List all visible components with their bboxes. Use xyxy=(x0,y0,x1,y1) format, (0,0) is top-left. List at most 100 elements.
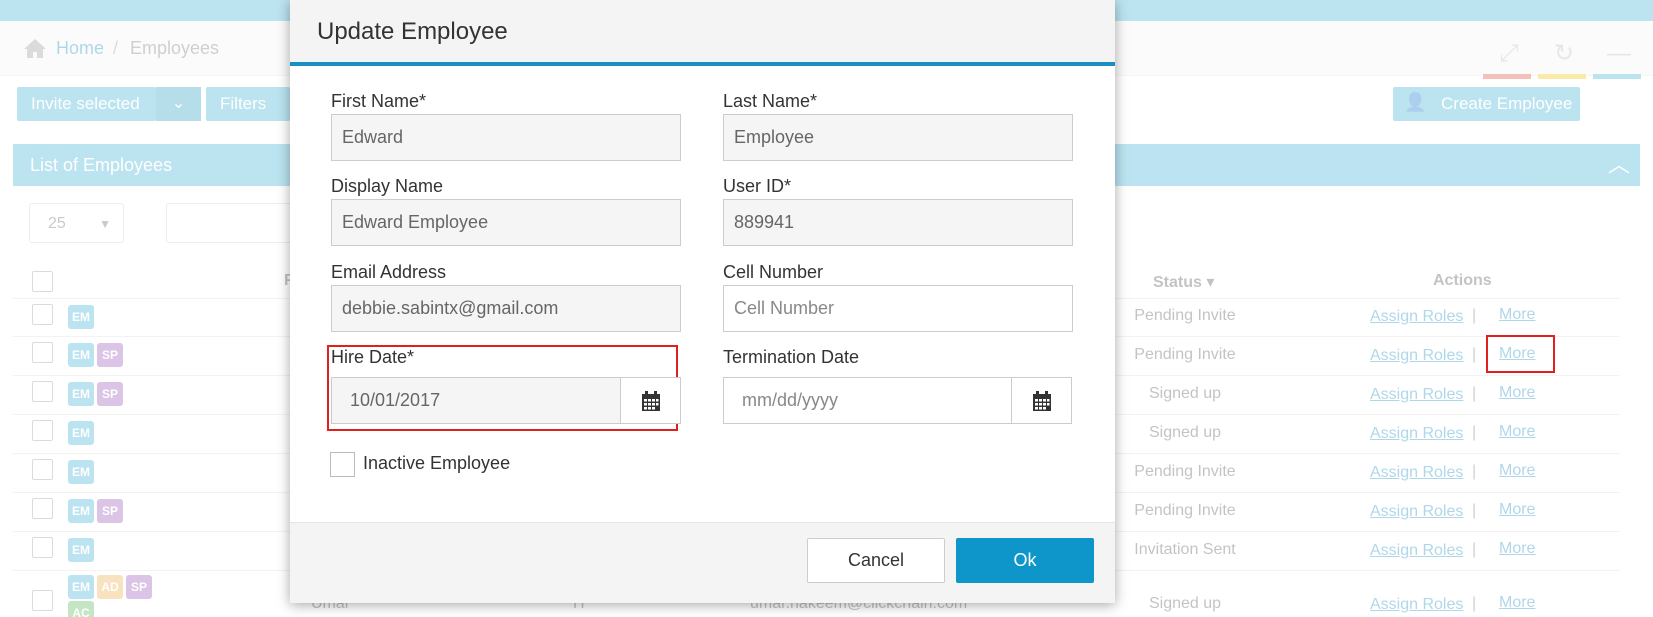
status-text: Pending Invite xyxy=(1134,307,1236,324)
modal-header: Update Employee xyxy=(290,0,1115,66)
inactive-employee-label: Inactive Employee xyxy=(363,453,511,473)
dropdown-caret-icon: ▼ xyxy=(99,217,111,231)
role-badge-ac: AC xyxy=(68,601,94,617)
cell-number-field[interactable]: Cell Number xyxy=(723,285,1073,332)
modal-title: Update Employee xyxy=(317,18,508,45)
cell-number-label: Cell Number xyxy=(723,262,824,282)
more-link-highlight xyxy=(1486,335,1555,373)
row-checkbox[interactable] xyxy=(32,590,53,611)
assign-roles-link[interactable]: Assign Roles xyxy=(1370,386,1463,404)
termination-date-calendar-button[interactable] xyxy=(1011,377,1072,424)
status-text: Pending Invite xyxy=(1134,346,1236,363)
user-id-field[interactable]: 889941 xyxy=(723,199,1073,246)
row-checkbox[interactable] xyxy=(32,304,53,325)
row-checkbox[interactable] xyxy=(32,381,53,402)
role-badge-ad: AD xyxy=(97,575,123,599)
hire-date-calendar-button[interactable] xyxy=(620,377,681,424)
display-name-label: Display Name xyxy=(331,176,444,196)
breadcrumb-home-link[interactable]: Home xyxy=(56,38,104,59)
row-checkbox[interactable] xyxy=(32,498,53,519)
row-checkbox[interactable] xyxy=(32,420,53,441)
more-link[interactable]: More xyxy=(1499,384,1535,402)
email-label: Email Address xyxy=(331,262,447,282)
role-badge-sp: SP xyxy=(97,499,123,523)
minimize-icon[interactable]: — xyxy=(1605,41,1633,67)
role-badge-em: EM xyxy=(68,538,94,562)
cancel-button[interactable]: Cancel xyxy=(807,538,945,583)
filters-button[interactable]: Filters xyxy=(206,87,290,121)
more-link[interactable]: More xyxy=(1499,594,1535,612)
role-badge-em: EM xyxy=(68,382,94,406)
color-strip-yellow xyxy=(1538,74,1586,79)
home-icon[interactable] xyxy=(22,37,48,59)
status-header-label: Status xyxy=(1153,274,1202,291)
color-strip-blue xyxy=(1593,74,1641,79)
role-badge-em: EM xyxy=(68,343,94,367)
role-badge-em: EM xyxy=(68,499,94,523)
row-checkbox[interactable] xyxy=(32,342,53,363)
email-field[interactable]: debbie.sabintx@gmail.com xyxy=(331,285,681,332)
action-separator: | xyxy=(1472,541,1477,558)
assign-roles-link[interactable]: Assign Roles xyxy=(1370,542,1463,560)
action-separator: | xyxy=(1472,502,1477,519)
add-user-icon: 👤 xyxy=(1404,92,1427,112)
role-badge-em: EM xyxy=(68,460,94,484)
row-checkbox[interactable] xyxy=(32,459,53,480)
refresh-icon[interactable]: ↻ xyxy=(1550,41,1578,67)
hire-date-field[interactable]: 10/01/2017 xyxy=(331,377,621,424)
more-link[interactable]: More xyxy=(1499,306,1535,324)
page-size-select[interactable]: 25 ▼ xyxy=(29,203,124,243)
last-name-label: Last Name* xyxy=(723,91,818,111)
status-text: Signed up xyxy=(1148,595,1222,612)
more-link[interactable]: More xyxy=(1499,423,1535,441)
termination-date-label: Termination Date xyxy=(723,347,860,367)
more-link[interactable]: More xyxy=(1499,501,1535,519)
hire-date-label: Hire Date* xyxy=(331,347,415,367)
status-text: Signed up xyxy=(1148,385,1222,402)
assign-roles-link[interactable]: Assign Roles xyxy=(1370,347,1463,365)
inactive-employee-checkbox[interactable] xyxy=(330,452,355,477)
assign-roles-link[interactable]: Assign Roles xyxy=(1370,503,1463,521)
action-separator: | xyxy=(1472,346,1477,363)
search-input[interactable] xyxy=(166,203,296,243)
invite-selected-button[interactable]: Invite selected xyxy=(17,87,156,121)
assign-roles-link[interactable]: Assign Roles xyxy=(1370,425,1463,443)
collapse-chevron-icon[interactable]: ︿ xyxy=(1608,144,1630,186)
last-name-field[interactable]: Employee xyxy=(723,114,1073,161)
assign-roles-link[interactable]: Assign Roles xyxy=(1370,464,1463,482)
column-header-actions: Actions xyxy=(1433,272,1492,289)
more-link[interactable]: More xyxy=(1499,462,1535,480)
update-employee-modal: Update Employee First Name* Edward Last … xyxy=(290,0,1115,603)
column-header-status[interactable]: Status ▾ xyxy=(1153,272,1214,292)
select-all-checkbox[interactable] xyxy=(32,271,53,292)
display-name-field[interactable]: Edward Employee xyxy=(331,199,681,246)
role-badge-em: EM xyxy=(68,421,94,445)
role-badge-sp: SP xyxy=(126,575,152,599)
role-badge-em: EM xyxy=(68,305,94,329)
more-link[interactable]: More xyxy=(1499,540,1535,558)
role-badge-em: EM xyxy=(68,575,94,599)
first-name-field[interactable]: Edward xyxy=(331,114,681,161)
action-separator: | xyxy=(1472,307,1477,324)
fullscreen-icon[interactable]: ⤢ xyxy=(1495,41,1523,67)
page-size-value: 25 xyxy=(48,215,66,232)
role-badge-sp: SP xyxy=(97,343,123,367)
user-id-label: User ID* xyxy=(723,176,792,196)
assign-roles-link[interactable]: Assign Roles xyxy=(1370,596,1463,614)
status-text: Pending Invite xyxy=(1134,502,1236,519)
action-separator: | xyxy=(1472,463,1477,480)
status-text: Signed up xyxy=(1148,424,1222,441)
color-strip-red xyxy=(1483,74,1531,79)
ok-button[interactable]: Ok xyxy=(956,538,1094,583)
first-name-label: First Name* xyxy=(331,91,427,111)
termination-date-field[interactable]: mm/dd/yyyy xyxy=(723,377,1013,424)
assign-roles-link[interactable]: Assign Roles xyxy=(1370,308,1463,326)
invite-dropdown-toggle[interactable]: ⌄ xyxy=(156,87,201,121)
breadcrumb-separator: / xyxy=(113,38,119,58)
calendar-icon xyxy=(642,391,660,411)
create-employee-label: Create Employee xyxy=(1441,94,1573,113)
breadcrumb-current: Employees xyxy=(130,38,220,58)
row-checkbox[interactable] xyxy=(32,537,53,558)
panel-title: List of Employees xyxy=(30,155,173,175)
calendar-icon xyxy=(1033,391,1051,411)
